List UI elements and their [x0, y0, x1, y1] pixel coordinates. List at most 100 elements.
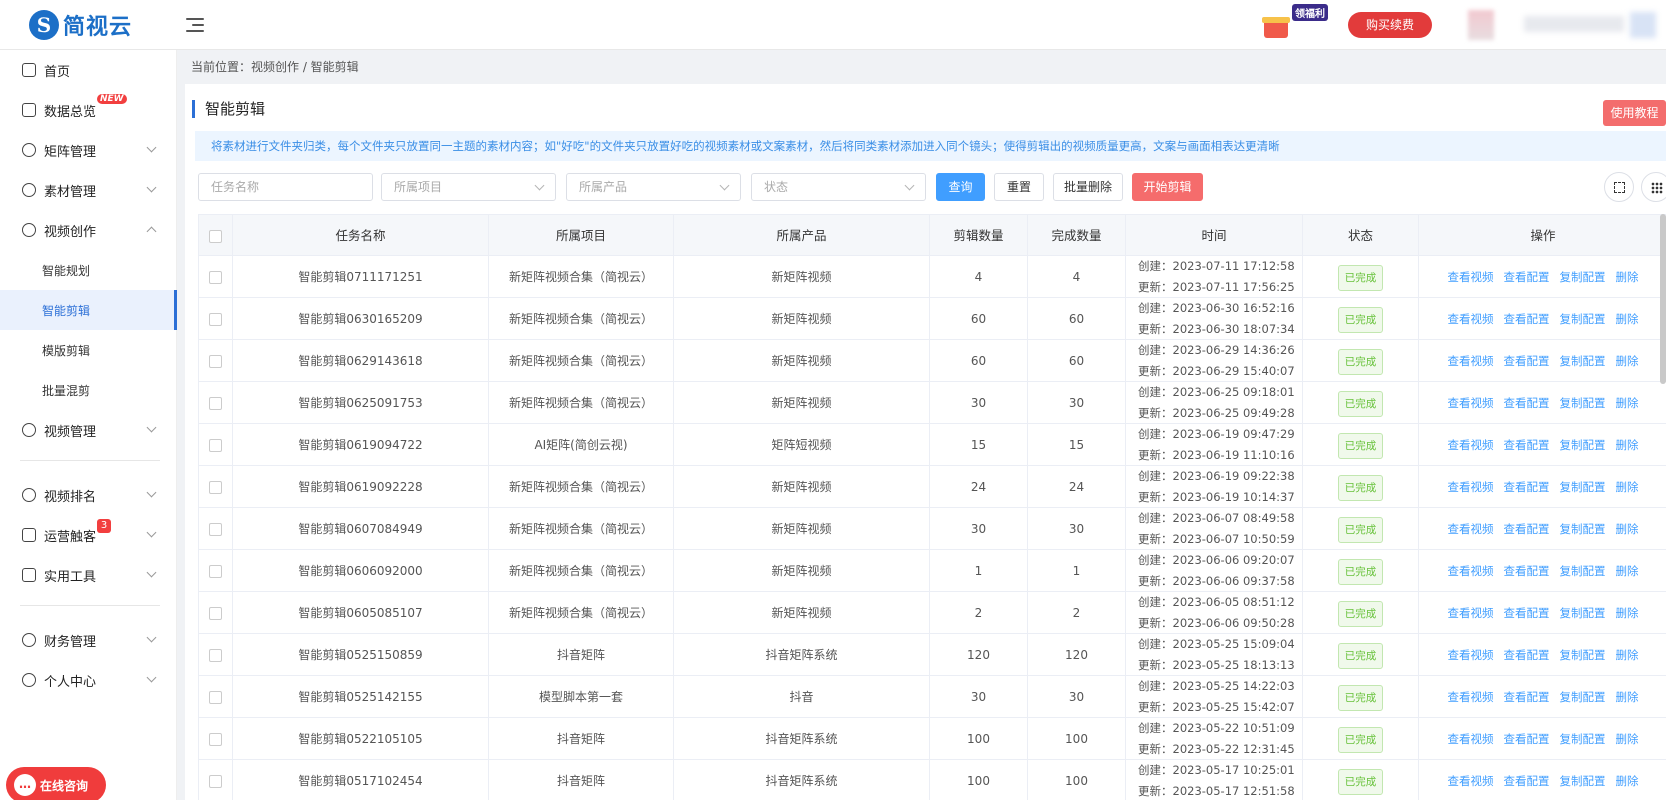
copy-config-link[interactable]: 复制配置: [1560, 438, 1606, 452]
view-config-link[interactable]: 查看配置: [1504, 438, 1550, 452]
online-consult-button[interactable]: … 在线咨询: [6, 767, 106, 800]
copy-config-link[interactable]: 复制配置: [1560, 480, 1606, 494]
row-checkbox[interactable]: [209, 565, 222, 578]
delete-link[interactable]: 删除: [1616, 480, 1639, 494]
sidebar-item-video-creation[interactable]: 视频创作: [0, 210, 177, 250]
copy-config-link[interactable]: 复制配置: [1560, 312, 1606, 326]
view-config-link[interactable]: 查看配置: [1504, 606, 1550, 620]
status-select[interactable]: 状态: [751, 173, 926, 201]
sidebar-item-personal[interactable]: 个人中心: [0, 660, 177, 700]
avatar[interactable]: [1468, 10, 1494, 40]
project-select[interactable]: 所属项目: [381, 173, 556, 201]
row-checkbox[interactable]: [209, 733, 222, 746]
row-checkbox[interactable]: [209, 649, 222, 662]
view-video-link[interactable]: 查看视频: [1448, 354, 1494, 368]
gift-icon[interactable]: [1262, 8, 1294, 40]
copy-config-link[interactable]: 复制配置: [1560, 564, 1606, 578]
gift-badge[interactable]: 领福利: [1292, 4, 1328, 21]
view-config-link[interactable]: 查看配置: [1504, 270, 1550, 284]
tutorial-button[interactable]: 使用教程: [1603, 100, 1666, 126]
delete-link[interactable]: 删除: [1616, 354, 1639, 368]
logo[interactable]: S 简视云: [29, 9, 132, 41]
view-config-link[interactable]: 查看配置: [1504, 354, 1550, 368]
username[interactable]: [1524, 16, 1624, 32]
view-config-link[interactable]: 查看配置: [1504, 480, 1550, 494]
delete-link[interactable]: 删除: [1616, 648, 1639, 662]
copy-config-link[interactable]: 复制配置: [1560, 270, 1606, 284]
sidebar-item-matrix[interactable]: 矩阵管理: [0, 130, 177, 170]
view-config-link[interactable]: 查看配置: [1504, 522, 1550, 536]
view-video-link[interactable]: 查看视频: [1448, 690, 1494, 704]
sidebar-item-video-rank[interactable]: 视频排名: [0, 475, 177, 515]
copy-config-link[interactable]: 复制配置: [1560, 732, 1606, 746]
view-config-link[interactable]: 查看配置: [1504, 774, 1550, 788]
fullscreen-button[interactable]: [1604, 172, 1634, 202]
sidebar-subitem-smart-plan[interactable]: 智能规划: [0, 250, 177, 290]
view-video-link[interactable]: 查看视频: [1448, 396, 1494, 410]
view-config-link[interactable]: 查看配置: [1504, 396, 1550, 410]
sidebar-item-home[interactable]: 首页: [0, 50, 177, 90]
delete-link[interactable]: 删除: [1616, 312, 1639, 326]
table-scrollbar[interactable]: [1660, 214, 1666, 384]
delete-link[interactable]: 删除: [1616, 690, 1639, 704]
row-checkbox[interactable]: [209, 523, 222, 536]
copy-config-link[interactable]: 复制配置: [1560, 354, 1606, 368]
row-checkbox[interactable]: [209, 355, 222, 368]
sidebar-item-tools[interactable]: 实用工具: [0, 555, 177, 595]
sidebar-subitem-smart-edit[interactable]: 智能剪辑: [0, 290, 177, 330]
view-video-link[interactable]: 查看视频: [1448, 270, 1494, 284]
product-select[interactable]: 所属产品: [566, 173, 741, 201]
row-checkbox[interactable]: [209, 607, 222, 620]
buy-renew-button[interactable]: 购买续费: [1348, 12, 1432, 38]
copy-config-link[interactable]: 复制配置: [1560, 606, 1606, 620]
delete-link[interactable]: 删除: [1616, 522, 1639, 536]
view-video-link[interactable]: 查看视频: [1448, 648, 1494, 662]
start-edit-button[interactable]: 开始剪辑: [1132, 173, 1203, 201]
task-name-input[interactable]: 任务名称: [198, 173, 373, 201]
view-video-link[interactable]: 查看视频: [1448, 732, 1494, 746]
delete-link[interactable]: 删除: [1616, 732, 1639, 746]
view-video-link[interactable]: 查看视频: [1448, 564, 1494, 578]
row-checkbox[interactable]: [209, 397, 222, 410]
copy-config-link[interactable]: 复制配置: [1560, 522, 1606, 536]
delete-link[interactable]: 删除: [1616, 270, 1639, 284]
delete-link[interactable]: 删除: [1616, 564, 1639, 578]
view-video-link[interactable]: 查看视频: [1448, 606, 1494, 620]
sidebar-subitem-batch-mix[interactable]: 批量混剪: [0, 370, 177, 410]
sidebar-item-material[interactable]: 素材管理: [0, 170, 177, 210]
search-button[interactable]: 查询: [936, 173, 985, 201]
sidebar-item-video-manage[interactable]: 视频管理: [0, 410, 177, 450]
delete-link[interactable]: 删除: [1616, 774, 1639, 788]
view-video-link[interactable]: 查看视频: [1448, 522, 1494, 536]
view-config-link[interactable]: 查看配置: [1504, 690, 1550, 704]
row-checkbox[interactable]: [209, 439, 222, 452]
sidebar-subitem-template-edit[interactable]: 模版剪辑: [0, 330, 177, 370]
row-checkbox[interactable]: [209, 691, 222, 704]
view-config-link[interactable]: 查看配置: [1504, 732, 1550, 746]
sidebar-item-data-overview[interactable]: 数据总览 NEW: [0, 90, 177, 130]
row-checkbox[interactable]: [209, 271, 222, 284]
reset-button[interactable]: 重置: [994, 173, 1044, 201]
row-checkbox[interactable]: [209, 313, 222, 326]
user-menu[interactable]: [1630, 12, 1656, 38]
view-video-link[interactable]: 查看视频: [1448, 438, 1494, 452]
menu-collapse-icon[interactable]: [186, 16, 204, 34]
view-video-link[interactable]: 查看视频: [1448, 480, 1494, 494]
batch-delete-button[interactable]: 批量删除: [1053, 173, 1123, 201]
copy-config-link[interactable]: 复制配置: [1560, 396, 1606, 410]
view-config-link[interactable]: 查看配置: [1504, 312, 1550, 326]
sidebar-item-finance[interactable]: 财务管理: [0, 620, 177, 660]
row-checkbox[interactable]: [209, 481, 222, 494]
copy-config-link[interactable]: 复制配置: [1560, 774, 1606, 788]
view-video-link[interactable]: 查看视频: [1448, 774, 1494, 788]
sidebar-item-operations[interactable]: 运营触客 3: [0, 515, 177, 555]
columns-button[interactable]: [1641, 172, 1666, 202]
row-checkbox[interactable]: [209, 775, 222, 788]
view-video-link[interactable]: 查看视频: [1448, 312, 1494, 326]
delete-link[interactable]: 删除: [1616, 606, 1639, 620]
delete-link[interactable]: 删除: [1616, 396, 1639, 410]
view-config-link[interactable]: 查看配置: [1504, 648, 1550, 662]
copy-config-link[interactable]: 复制配置: [1560, 648, 1606, 662]
select-all-checkbox[interactable]: [209, 230, 222, 243]
delete-link[interactable]: 删除: [1616, 438, 1639, 452]
